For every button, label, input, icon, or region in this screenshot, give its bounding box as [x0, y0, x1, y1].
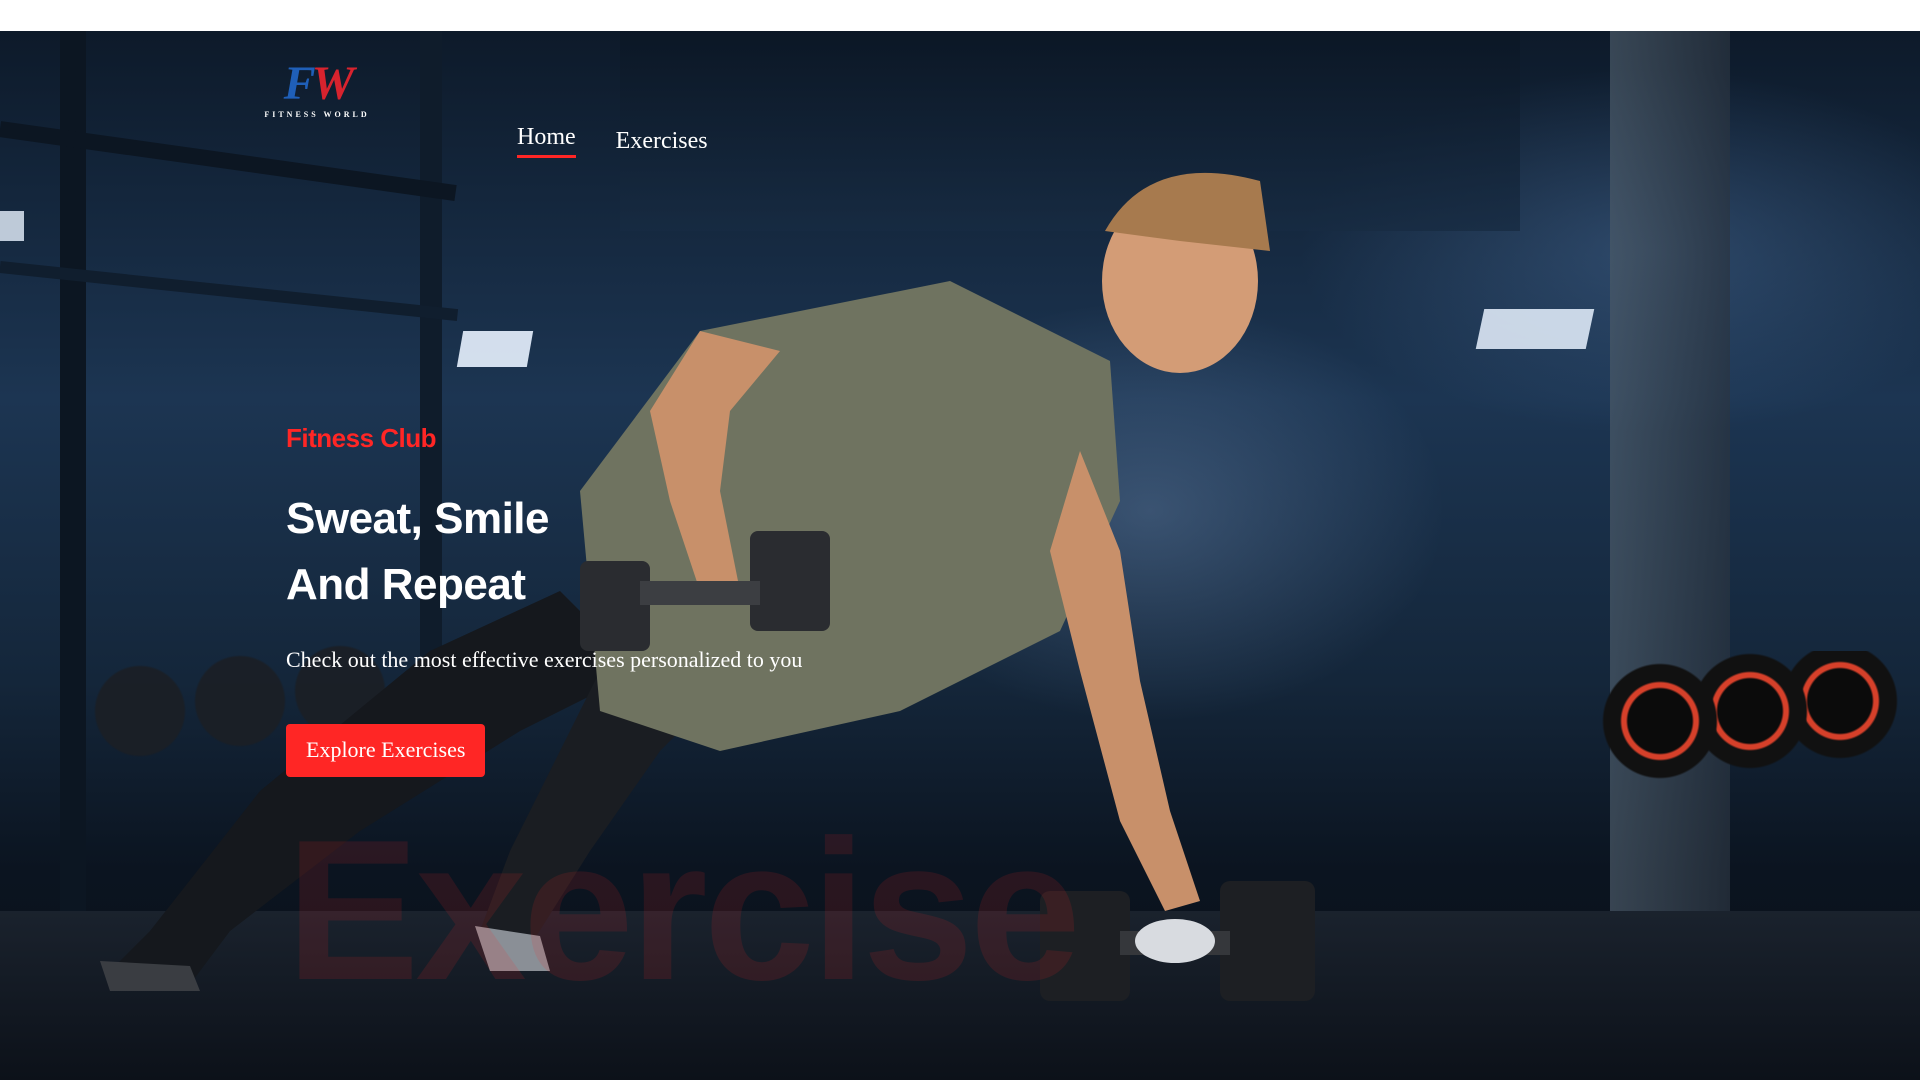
- hero-content: Fitness Club Sweat, Smile And Repeat Che…: [286, 422, 1186, 777]
- main-navigation: Home Exercises: [517, 124, 708, 159]
- hero-subtitle: Fitness Club: [286, 423, 437, 453]
- nav-link-exercises[interactable]: Exercises: [616, 128, 708, 159]
- explore-exercises-button[interactable]: Explore Exercises: [286, 724, 486, 777]
- logo-letter-w: W: [311, 57, 355, 110]
- exercise-watermark: Exercise: [286, 799, 1081, 1022]
- headline-line-1: Sweat, Smile: [286, 494, 550, 543]
- logo-mark: FW: [262, 58, 372, 110]
- brand-logo[interactable]: FW FITNESS WORLD: [262, 58, 372, 124]
- hero-headline: Sweat, Smile And Repeat: [286, 486, 1186, 618]
- logo-subtitle: FITNESS WORLD: [264, 110, 370, 119]
- nav-link-home[interactable]: Home: [517, 124, 576, 158]
- logo-letter-f: F: [283, 57, 316, 110]
- headline-line-2: And Repeat: [286, 560, 526, 609]
- hero-tagline: Check out the most effective exercises p…: [286, 647, 803, 672]
- hero-banner: Exercise Fitness Club Sweat, Smile And R…: [0, 31, 1920, 1080]
